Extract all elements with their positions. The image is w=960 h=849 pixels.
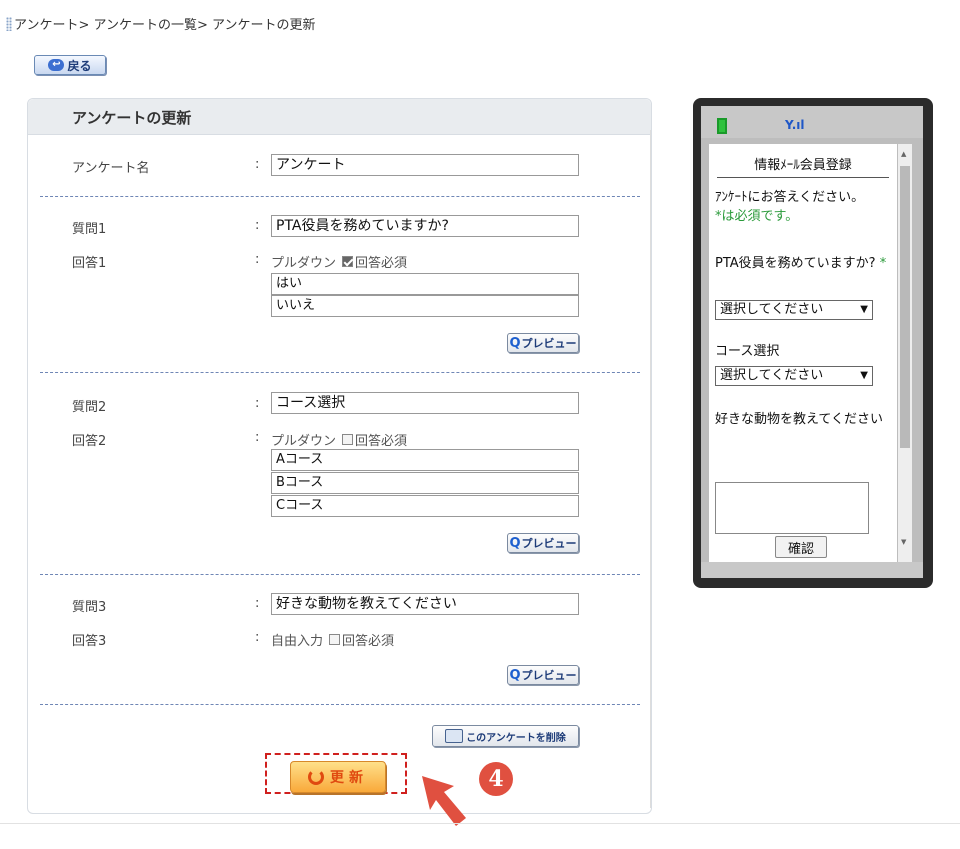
phone-title: 情報ﾒｰﾙ会員登録	[754, 158, 852, 173]
update-button[interactable]: 更新	[290, 761, 386, 793]
required-checkbox[interactable]	[329, 634, 341, 645]
colon: :	[255, 252, 260, 267]
phone-confirm-button[interactable]: 確認	[775, 536, 827, 558]
question1-input[interactable]: PTA役員を務めていますか?	[271, 215, 579, 237]
required-label: 回答必須	[342, 634, 395, 649]
survey-name-label: アンケート名	[72, 161, 150, 176]
back-button[interactable]: ↩ 戻る	[34, 55, 106, 75]
panel-divider	[650, 130, 651, 808]
delete-label: このアンケートを削除	[466, 732, 566, 744]
divider	[40, 372, 640, 373]
divider	[40, 704, 640, 705]
back-button-label: 戻る	[67, 58, 92, 73]
back-arrow-icon: ↩	[48, 59, 65, 71]
preview-label: プレビュー	[521, 537, 577, 550]
required-checkbox[interactable]	[342, 434, 354, 445]
preview-label: プレビュー	[521, 669, 577, 682]
question2-label: 質問2	[72, 400, 107, 415]
scroll-up-icon[interactable]: ▲	[901, 150, 906, 158]
option-input[interactable]: Aコース	[271, 449, 579, 471]
phone-q2: コース選択	[715, 344, 780, 359]
signal-icon: Y.ıl	[785, 118, 805, 132]
answer-type-text: 自由入力	[271, 634, 324, 649]
scroll-down-icon[interactable]: ▼	[901, 538, 906, 546]
phone-q1-text: PTA役員を務めていますか?	[715, 256, 876, 271]
phone-q3-textarea[interactable]	[715, 482, 869, 534]
pointer-arrow-icon	[422, 776, 466, 826]
answer-type-text: プルダウン	[271, 434, 337, 449]
colon: :	[255, 596, 260, 611]
answer3-type: 自由入力 回答必須	[271, 630, 394, 649]
required-checkbox[interactable]	[342, 256, 354, 267]
answer-type-text: プルダウン	[271, 256, 337, 271]
phone-scrollbar[interactable]: ▲ ▼	[898, 144, 912, 562]
answer2-type: プルダウン 回答必須	[271, 430, 407, 449]
question2-input[interactable]: コース選択	[271, 392, 579, 414]
answer1-type: プルダウン 回答必須	[271, 252, 407, 271]
battery-icon	[717, 118, 727, 134]
footer-rule	[0, 823, 960, 824]
question3-input[interactable]: 好きな動物を教えてください	[271, 593, 579, 615]
phone-title-rule	[717, 177, 889, 178]
phone-q1-required-mark: *	[879, 256, 887, 271]
required-label: 回答必須	[355, 256, 408, 271]
phone-q3: 好きな動物を教えてください	[715, 412, 883, 427]
option-input[interactable]: Cコース	[271, 495, 579, 517]
colon: :	[255, 396, 260, 411]
breadcrumb-text: アンケート> アンケートの一覧> アンケートの更新	[14, 18, 316, 33]
phone-q1-select[interactable]: 選択してください ▼	[715, 300, 873, 320]
refresh-icon	[308, 769, 324, 785]
preview-q-icon: Q	[509, 335, 521, 351]
option-input[interactable]: Bコース	[271, 472, 579, 494]
phone-preview: Y.ıl 情報ﾒｰﾙ会員登録 ｱﾝｹｰﾄにお答えください。 *は必須です。 PT…	[693, 98, 933, 588]
phone-select-text: 選択してください	[720, 368, 824, 383]
colon: :	[255, 630, 260, 645]
question1-label: 質問1	[72, 222, 107, 237]
phone-footer	[701, 562, 923, 578]
preview-q-icon: Q	[509, 667, 521, 683]
phone-screen: 情報ﾒｰﾙ会員登録 ｱﾝｹｰﾄにお答えください。 *は必須です。 PTA役員を務…	[709, 144, 897, 562]
phone-q2-select[interactable]: 選択してください ▼	[715, 366, 873, 386]
phone-required-note: *は必須です。	[715, 209, 799, 224]
preview-label: プレビュー	[521, 337, 577, 350]
colon: :	[255, 157, 260, 172]
colon: :	[255, 218, 260, 233]
question3-label: 質問3	[72, 600, 107, 615]
grip-icon	[6, 16, 12, 31]
option-input[interactable]: いいえ	[271, 295, 579, 317]
divider	[40, 574, 640, 575]
dropdown-arrow-icon: ▼	[860, 304, 868, 315]
required-label: 回答必須	[355, 434, 408, 449]
phone-q1: PTA役員を務めていますか? *	[715, 254, 893, 273]
delete-survey-button[interactable]: このアンケートを削除	[432, 725, 579, 747]
colon: :	[255, 430, 260, 445]
answer2-label: 回答2	[72, 434, 107, 449]
divider	[40, 196, 640, 197]
phone-intro: ｱﾝｹｰﾄにお答えください。	[715, 190, 865, 205]
answer1-label: 回答1	[72, 256, 107, 271]
trash-icon	[445, 729, 464, 743]
panel-title: アンケートの更新	[28, 99, 651, 135]
phone-body: Y.ıl 情報ﾒｰﾙ会員登録 ｱﾝｹｰﾄにお答えください。 *は必須です。 PT…	[701, 106, 923, 578]
survey-name-input[interactable]: アンケート	[271, 154, 579, 176]
update-label: 更新	[330, 770, 368, 786]
preview-button[interactable]: Q プレビュー	[507, 333, 579, 353]
preview-button[interactable]: Q プレビュー	[507, 665, 579, 685]
answer3-label: 回答3	[72, 634, 107, 649]
phone-select-text: 選択してください	[720, 302, 824, 317]
phone-status-bar: Y.ıl	[701, 106, 923, 138]
option-input[interactable]: はい	[271, 273, 579, 295]
preview-button[interactable]: Q プレビュー	[507, 533, 579, 553]
step-badge: 4	[479, 762, 513, 796]
scroll-thumb[interactable]	[900, 166, 910, 448]
dropdown-arrow-icon: ▼	[860, 370, 868, 381]
preview-q-icon: Q	[509, 535, 521, 551]
breadcrumb: アンケート> アンケートの一覧> アンケートの更新	[6, 14, 316, 33]
